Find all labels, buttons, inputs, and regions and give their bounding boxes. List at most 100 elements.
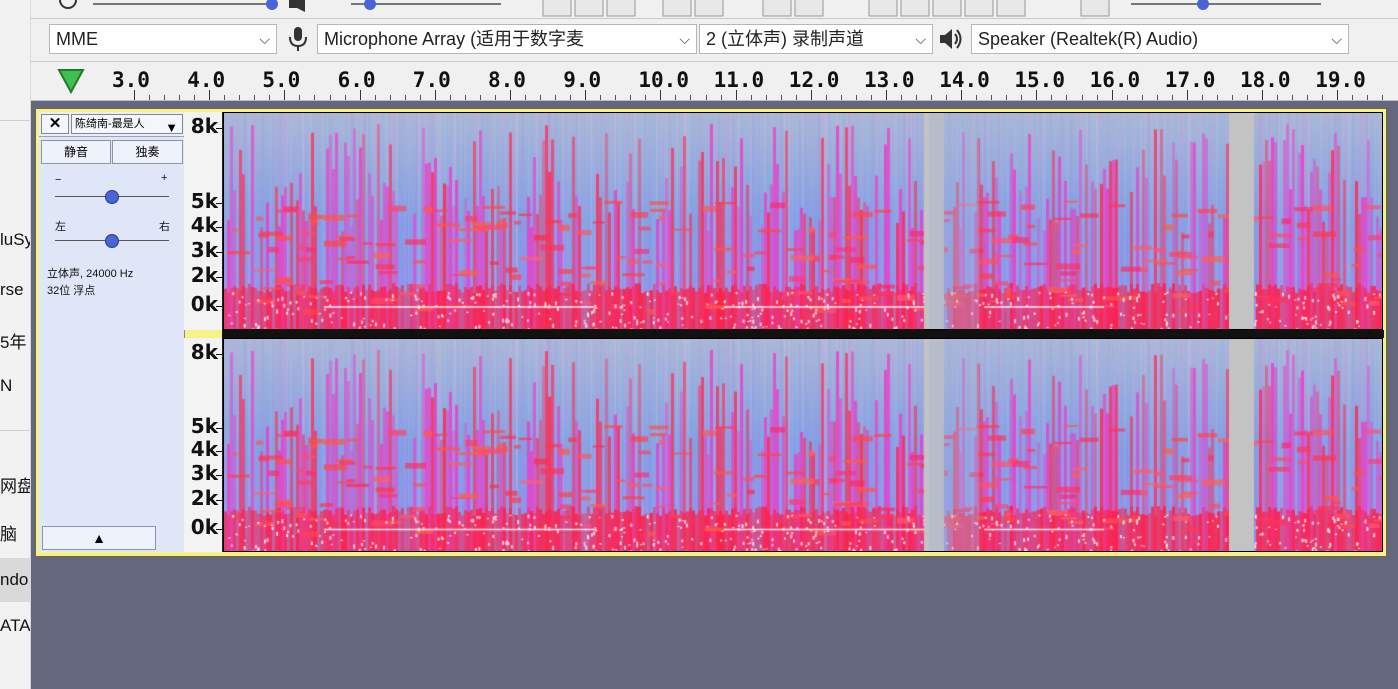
- sidebar-item[interactable]: ATA: [0, 616, 30, 636]
- ruler-tick-label: 19.0: [1315, 68, 1366, 92]
- spectrogram-right-channel[interactable]: [223, 338, 1383, 552]
- ruler-major-tick: [434, 90, 436, 100]
- ruler-minor-tick: [750, 95, 752, 100]
- ruler-minor-tick: [224, 95, 226, 100]
- frequency-scale-left[interactable]: 8k 5k 4k 3k 2k 0k: [184, 112, 223, 330]
- ruler-minor-tick: [645, 95, 647, 100]
- frequency-tick: [216, 451, 222, 452]
- sidebar-item[interactable]: ndo: [0, 558, 30, 602]
- frequency-scale-right[interactable]: 8k 5k 4k 3k 2k 0k: [184, 338, 223, 552]
- silence-audio-icon[interactable]: [694, 0, 724, 17]
- playback-volume-thumb[interactable]: [364, 0, 376, 10]
- ruler-minor-tick: [1307, 95, 1309, 100]
- ruler-minor-tick: [1231, 95, 1233, 100]
- ruler-tick-label: 7.0: [412, 68, 451, 92]
- recording-device-select[interactable]: Microphone Array (适用于数字麦 ⌵: [317, 24, 697, 54]
- ruler-minor-tick: [690, 95, 692, 100]
- ruler-tick-label: 8.0: [488, 68, 526, 92]
- playback-device-select[interactable]: Speaker (Realtek(R) Audio) ⌵: [971, 24, 1349, 54]
- ruler-tick-label: 18.0: [1240, 68, 1291, 92]
- ruler-minor-tick: [254, 95, 256, 100]
- spectrogram-left-channel[interactable]: [223, 112, 1383, 330]
- ruler-minor-tick: [194, 95, 196, 100]
- ruler-minor-tick: [1006, 95, 1008, 100]
- copy-icon[interactable]: [574, 0, 604, 17]
- paste-icon[interactable]: [606, 0, 636, 17]
- sidebar-item[interactable]: rse: [0, 280, 30, 300]
- frequency-tick: [216, 475, 222, 477]
- ruler-minor-tick: [1277, 95, 1279, 100]
- track-name-menu[interactable]: 陈绮南-最是人 ▼: [71, 114, 183, 134]
- audio-host-value: MME: [56, 29, 98, 49]
- sidebar-item[interactable]: 脑: [0, 520, 30, 545]
- collapse-track-button[interactable]: ▲: [42, 526, 156, 550]
- playback-device-value: Speaker (Realtek(R) Audio): [978, 29, 1199, 49]
- audio-host-select[interactable]: MME ⌵: [49, 24, 277, 54]
- ruler-minor-tick: [555, 95, 557, 100]
- zoom-out-icon[interactable]: [900, 0, 930, 17]
- ruler-tick-label: 15.0: [1014, 68, 1065, 92]
- play-head-triangle-icon[interactable]: [57, 68, 85, 94]
- spectrogram-canvas: [224, 339, 1382, 551]
- ruler-major-tick: [585, 90, 587, 100]
- frequency-label: 4k: [190, 437, 218, 461]
- ruler-major-tick: [1036, 90, 1038, 100]
- undo-icon[interactable]: [762, 0, 792, 17]
- close-track-button[interactable]: ✕: [41, 114, 69, 134]
- speaker-level-icon[interactable]: [289, 0, 305, 12]
- recording-volume-thumb[interactable]: [266, 0, 278, 10]
- play-speed-thumb[interactable]: [1197, 0, 1209, 10]
- recording-channels-select[interactable]: 2 (立体声) 录制声道 ⌵: [699, 24, 933, 54]
- ruler-minor-tick: [946, 95, 948, 100]
- frequency-label: 8k: [190, 114, 218, 138]
- sidebar-item[interactable]: luSy: [0, 230, 30, 250]
- sidebar-item[interactable]: N: [0, 376, 30, 396]
- ruler-tick-label: 13.0: [864, 68, 915, 92]
- ruler-minor-tick: [419, 95, 421, 100]
- ruler-minor-tick: [765, 95, 767, 100]
- ruler-minor-tick: [449, 95, 451, 100]
- ruler-major-tick: [209, 90, 211, 100]
- ruler-minor-tick: [329, 95, 331, 100]
- ruler-tick-label: 17.0: [1164, 68, 1216, 92]
- microphone-icon: [289, 27, 307, 51]
- frequency-tick: [216, 499, 222, 501]
- zoom-in-icon[interactable]: [868, 0, 898, 17]
- chevron-down-icon: ⌵: [679, 31, 690, 47]
- ruler-minor-tick: [855, 95, 857, 100]
- audio-track[interactable]: ✕ 陈绮南-最是人 ▼ 静音 独奏 − + 左 右 立体声, 24000 Hz …: [35, 108, 1387, 557]
- chevron-down-icon: ⌵: [915, 31, 926, 47]
- pan-left-label: 左: [55, 221, 66, 233]
- pan-slider-thumb[interactable]: [105, 234, 119, 248]
- sidebar-item[interactable]: 网盘: [0, 472, 30, 497]
- fit-selection-icon[interactable]: [932, 0, 962, 17]
- ruler-minor-tick: [314, 95, 316, 100]
- track-workspace: ✕ 陈绮南-最是人 ▼ 静音 独奏 − + 左 右 立体声, 24000 Hz …: [31, 101, 1398, 689]
- mic-level-icon[interactable]: [59, 0, 77, 9]
- ruler-minor-tick: [1216, 95, 1218, 100]
- frequency-tick: [216, 128, 222, 129]
- pan-slider[interactable]: 左 右: [39, 214, 184, 254]
- cut-icon[interactable]: [542, 0, 572, 17]
- ruler-minor-tick: [795, 95, 797, 100]
- ruler-major-tick: [359, 90, 361, 100]
- track-format-line2: 32位 浮点: [47, 285, 96, 297]
- ruler-minor-tick: [991, 95, 993, 100]
- ruler-minor-tick: [1171, 95, 1173, 100]
- timeline-ruler[interactable]: 3.0 4.0 5.0 6.0 7.0 8.0 9.0 10.0 11.0 12.0 13.0 14.…: [31, 62, 1398, 101]
- play-at-speed-icon[interactable]: [1080, 0, 1110, 17]
- gain-slider[interactable]: − +: [39, 170, 184, 210]
- solo-button[interactable]: 独奏: [112, 140, 183, 164]
- trim-audio-icon[interactable]: [662, 0, 692, 17]
- redo-icon[interactable]: [794, 0, 824, 17]
- ruler-major-tick: [1111, 90, 1113, 100]
- ruler-minor-tick: [494, 95, 496, 100]
- fit-project-icon[interactable]: [964, 0, 994, 17]
- zoom-toggle-icon[interactable]: [996, 0, 1026, 17]
- frequency-label: 3k: [190, 237, 218, 262]
- sidebar-item[interactable]: 5年: [0, 328, 30, 353]
- ruler-minor-tick: [164, 95, 166, 100]
- mute-button[interactable]: 静音: [41, 140, 111, 164]
- chevron-down-icon: ⌵: [1331, 31, 1342, 47]
- gain-slider-thumb[interactable]: [105, 190, 119, 204]
